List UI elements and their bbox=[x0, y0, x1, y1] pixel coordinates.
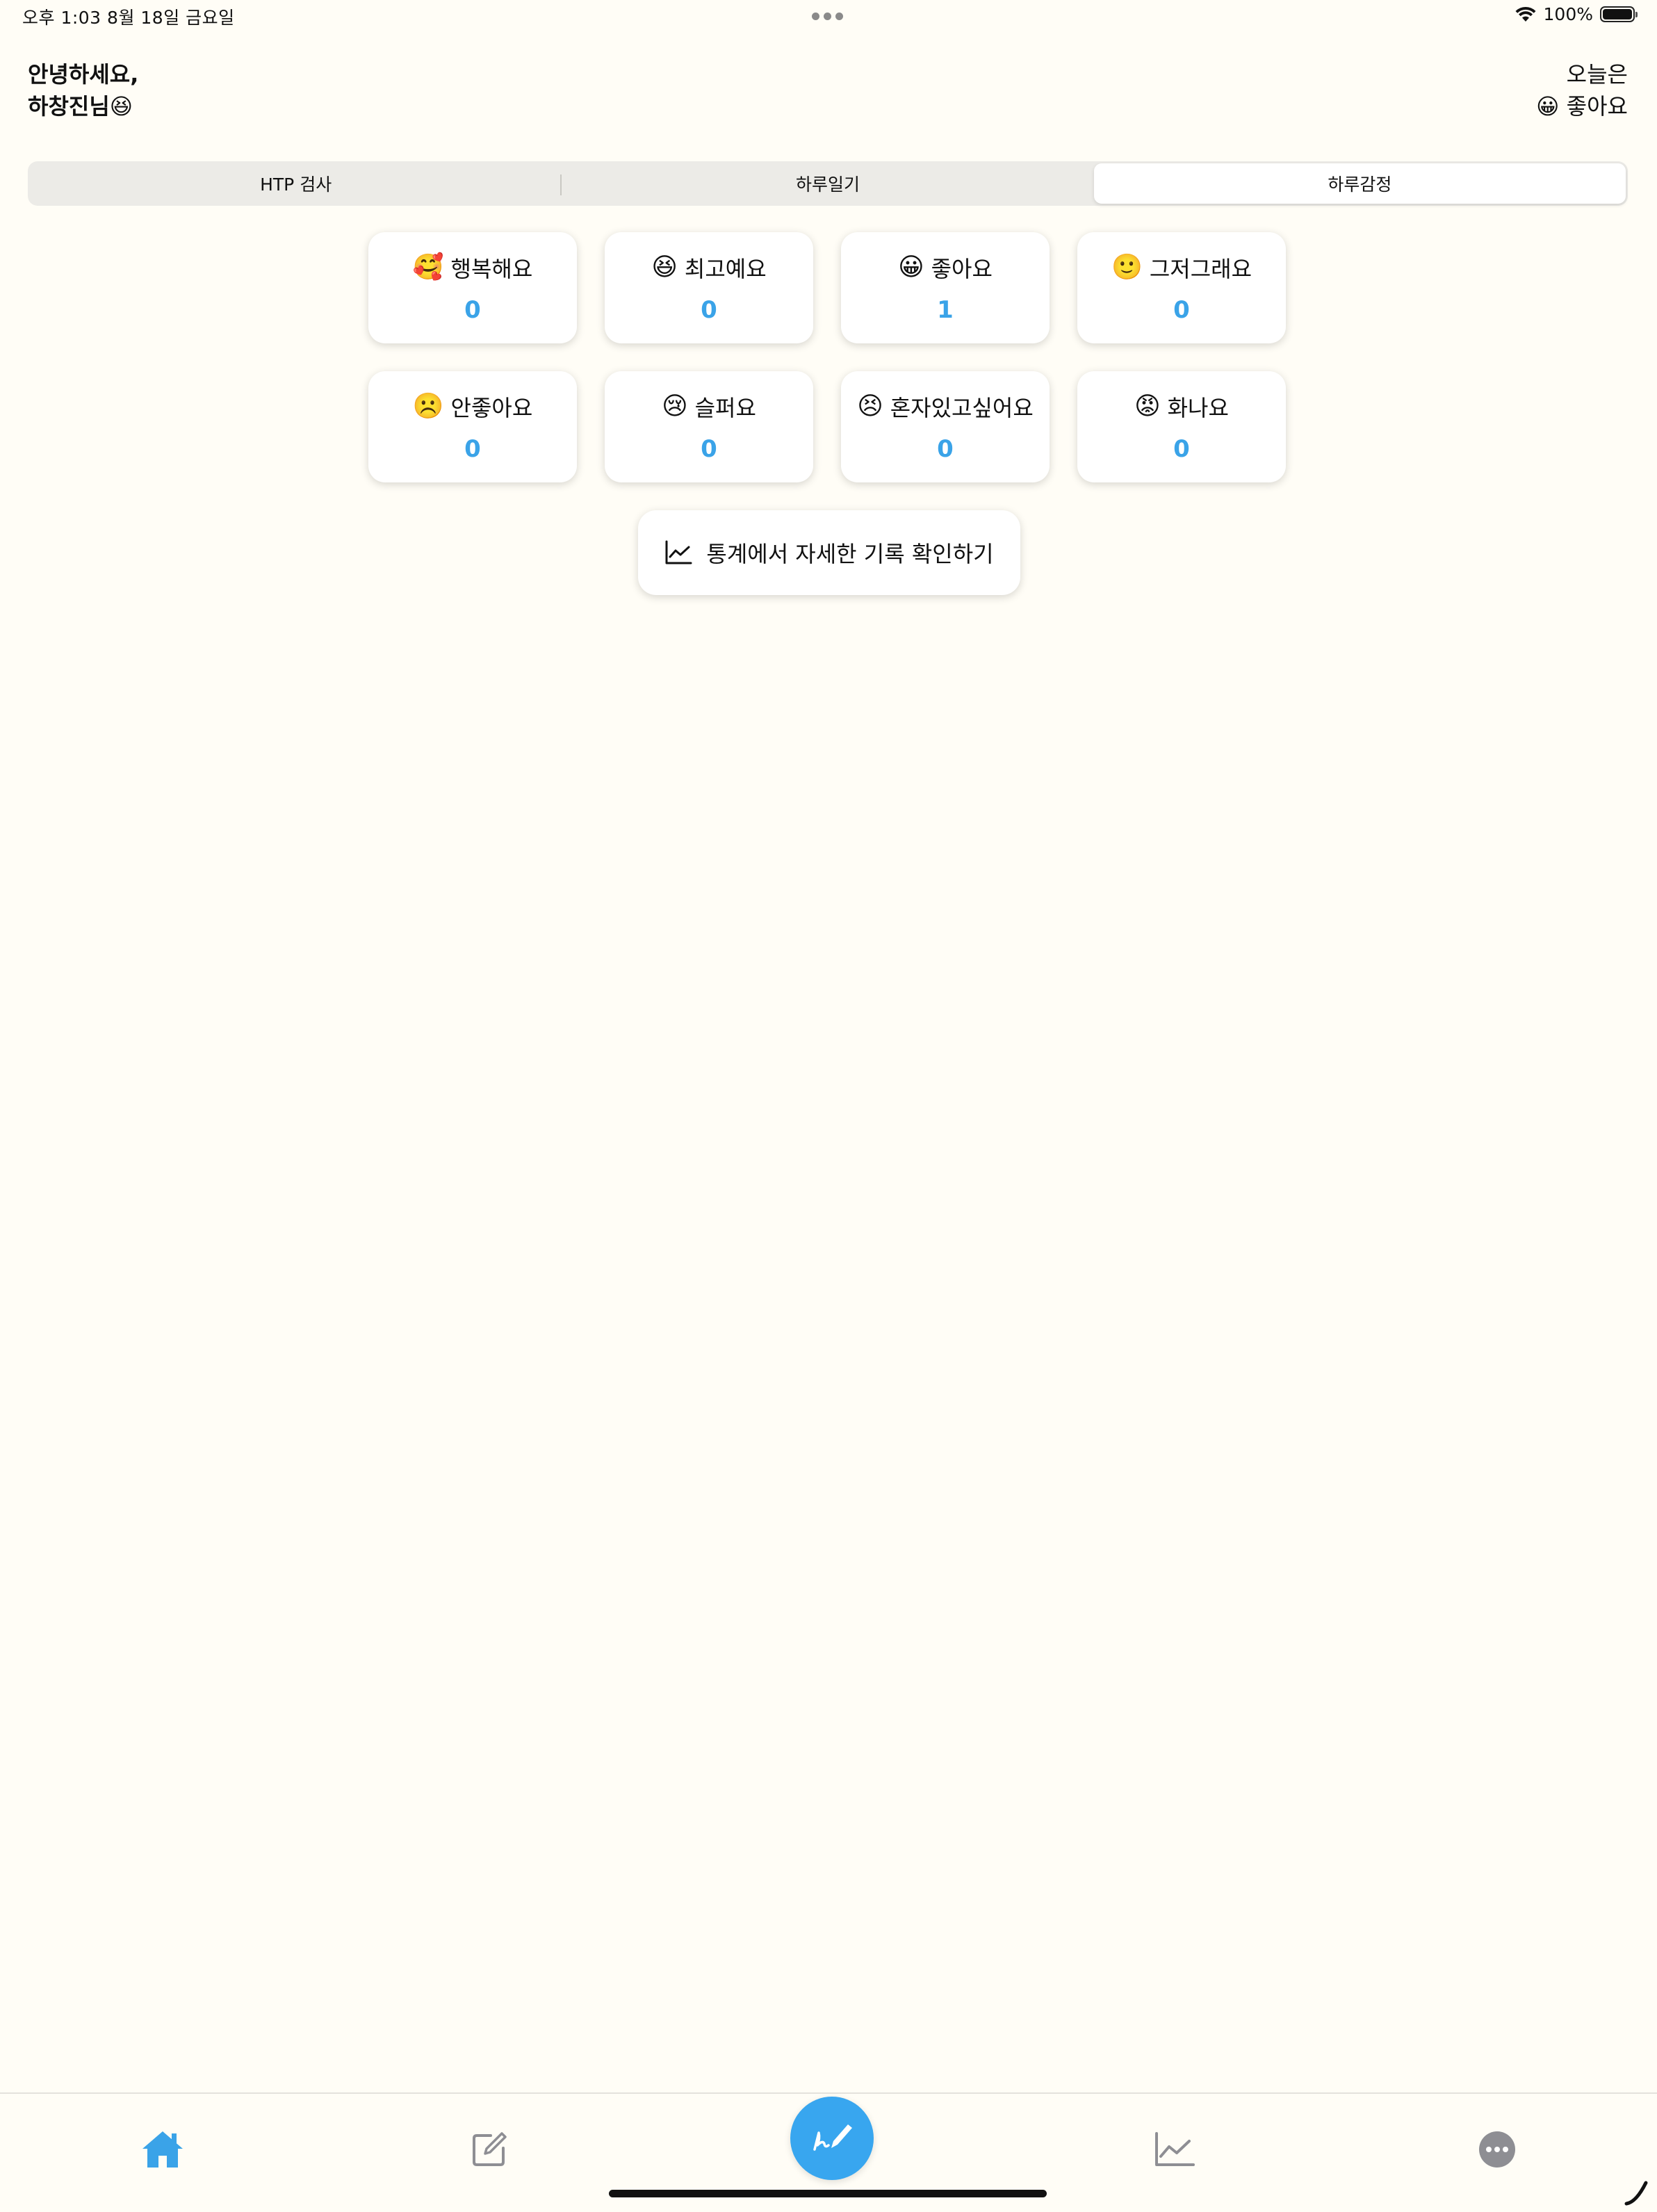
emotion-emoji: 😡 bbox=[1134, 392, 1161, 421]
greeting-line1: 안녕하세요, bbox=[28, 61, 139, 88]
emotion-label: 슬퍼요 bbox=[694, 395, 756, 421]
edit-icon bbox=[473, 2132, 507, 2166]
emotion-count: 0 bbox=[701, 435, 717, 463]
emotion-card-title: 😡 화나요 bbox=[1134, 391, 1229, 423]
emotion-count: 0 bbox=[701, 296, 717, 324]
greeting-line2-row: 하창진님😆 bbox=[28, 90, 138, 122]
today-mood: 오늘은 😀 좋아요 bbox=[1536, 58, 1628, 122]
emotion-card-not-good[interactable]: ☹️ 안좋아요 0 bbox=[368, 371, 577, 482]
emotion-card-title: 😆 최고예요 bbox=[651, 252, 766, 284]
emotion-card-grid: 🥰 행복해요 0 😆 최고예요 0 😀 좋아요 1 🙂 그저그래요 0 ☹️ 안… bbox=[368, 232, 1286, 482]
emotion-emoji: 🙂 bbox=[1111, 253, 1143, 282]
emotion-count: 0 bbox=[1173, 296, 1190, 324]
pen-icon bbox=[813, 2124, 852, 2151]
emotion-card-happy[interactable]: 🥰 행복해요 0 bbox=[368, 232, 577, 343]
tab-write[interactable] bbox=[462, 2122, 517, 2177]
emotion-emoji: 😀 bbox=[898, 253, 924, 282]
today-mood-row: 😀 좋아요 bbox=[1536, 90, 1628, 122]
emotion-card-so-so[interactable]: 🙂 그저그래요 0 bbox=[1077, 232, 1286, 343]
emotion-count: 0 bbox=[1173, 435, 1190, 463]
emotion-card-angry[interactable]: 😡 화나요 0 bbox=[1077, 371, 1286, 482]
tab-statistics[interactable] bbox=[1147, 2122, 1202, 2177]
emotion-card-want-alone[interactable]: 😣 혼자있고싶어요 0 bbox=[841, 371, 1050, 482]
emotion-count: 0 bbox=[464, 296, 481, 324]
emotion-card-title: 🙂 그저그래요 bbox=[1111, 252, 1252, 284]
emotion-label: 그저그래요 bbox=[1149, 256, 1252, 282]
pencil-corner-icon bbox=[1624, 2181, 1648, 2206]
battery-icon bbox=[1600, 6, 1638, 22]
battery-percent: 100% bbox=[1543, 4, 1593, 24]
more-icon bbox=[1479, 2131, 1515, 2168]
emotion-emoji: 😆 bbox=[651, 253, 678, 282]
segment-label: HTP 검사 bbox=[260, 174, 332, 195]
greeting-emoji: 😆 bbox=[109, 93, 133, 120]
segment-daily-diary[interactable]: 하루일기 bbox=[562, 163, 1093, 204]
view-statistics-button[interactable]: 통계에서 자세한 기록 확인하기 bbox=[638, 510, 1020, 595]
status-time-date: 오후 1:03 8월 18일 금요일 bbox=[22, 8, 235, 28]
segment-label: 하루감정 bbox=[1328, 174, 1392, 195]
segment-htp-test[interactable]: HTP 검사 bbox=[30, 163, 562, 204]
tab-home[interactable] bbox=[135, 2122, 190, 2177]
emotion-label: 좋아요 bbox=[931, 256, 993, 282]
emotion-card-title: ☹️ 안좋아요 bbox=[413, 391, 533, 423]
home-indicator[interactable] bbox=[609, 2190, 1047, 2197]
greeting: 안녕하세요, 하창진님😆 bbox=[28, 58, 138, 122]
home-icon bbox=[142, 2131, 183, 2168]
segmented-control: HTP 검사 하루일기 하루감정 bbox=[28, 161, 1628, 206]
emotion-emoji: 🥰 bbox=[412, 253, 444, 282]
emotion-card-sad[interactable]: 😢 슬퍼요 0 bbox=[605, 371, 813, 482]
user-name: 하창진님 bbox=[28, 93, 110, 120]
segment-label: 하루일기 bbox=[795, 174, 860, 195]
emotion-card-title: 🥰 행복해요 bbox=[413, 252, 533, 284]
emotion-emoji: 😢 bbox=[662, 392, 688, 421]
write-diary-fab[interactable] bbox=[790, 2097, 874, 2180]
emotion-emoji: 😣 bbox=[857, 392, 883, 421]
emotion-label: 혼자있고싶어요 bbox=[890, 395, 1034, 421]
multitasking-dots-icon[interactable] bbox=[812, 13, 843, 20]
emotion-card-good[interactable]: 😀 좋아요 1 bbox=[841, 232, 1050, 343]
today-label: 오늘은 bbox=[1566, 61, 1628, 88]
emotion-count: 1 bbox=[937, 296, 954, 324]
emotion-card-best[interactable]: 😆 최고예요 0 bbox=[605, 232, 813, 343]
emotion-label: 최고예요 bbox=[684, 256, 767, 282]
emotion-card-title: 😀 좋아요 bbox=[898, 252, 993, 284]
emotion-count: 0 bbox=[464, 435, 481, 463]
emotion-label: 행복해요 bbox=[450, 256, 533, 282]
emotion-card-title: 😢 슬퍼요 bbox=[662, 391, 756, 423]
chart-line-icon bbox=[1155, 2132, 1195, 2166]
chart-line-icon bbox=[665, 540, 692, 564]
view-statistics-label: 통계에서 자세한 기록 확인하기 bbox=[706, 541, 994, 567]
wifi-icon bbox=[1515, 6, 1536, 22]
emotion-emoji: ☹️ bbox=[412, 392, 444, 421]
today-mood-label: 좋아요 bbox=[1566, 93, 1628, 120]
today-emoji: 😀 bbox=[1536, 93, 1560, 120]
status-bar: 오후 1:03 8월 18일 금요일 100% bbox=[0, 0, 1657, 35]
emotion-card-title: 😣 혼자있고싶어요 bbox=[857, 391, 1034, 423]
emotion-count: 0 bbox=[937, 435, 954, 463]
emotion-label: 화나요 bbox=[1167, 395, 1229, 421]
tab-more[interactable] bbox=[1469, 2122, 1525, 2177]
segment-daily-emotion[interactable]: 하루감정 bbox=[1093, 163, 1626, 204]
emotion-label: 안좋아요 bbox=[450, 395, 533, 421]
status-right-group: 100% bbox=[1515, 4, 1638, 24]
